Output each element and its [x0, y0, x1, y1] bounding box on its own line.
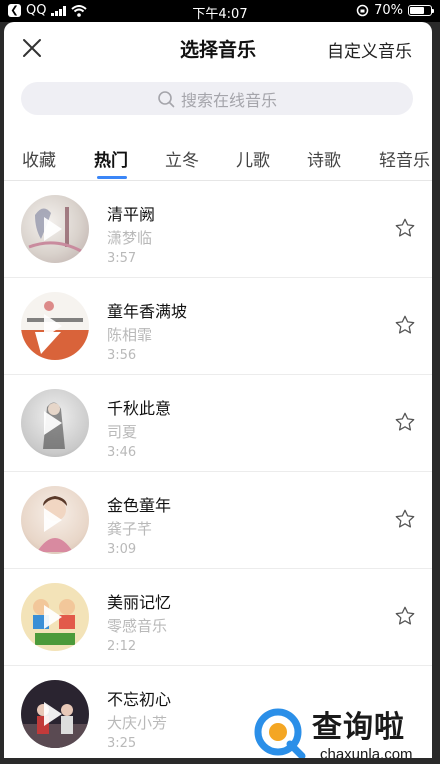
tab-light-music[interactable]: 轻音乐 — [379, 146, 430, 171]
song-row[interactable]: 童年香满坡 陈相霏 3:56 — [4, 278, 432, 375]
star-icon[interactable] — [394, 605, 416, 627]
song-artist: 零感音乐 — [107, 617, 168, 635]
play-icon — [44, 702, 62, 726]
custom-music-button[interactable]: 自定义音乐 — [327, 37, 412, 62]
song-row[interactable]: 千秋此意 司夏 3:46 — [4, 375, 432, 472]
tab-lidong[interactable]: 立冬 — [165, 146, 199, 171]
active-tab-indicator — [97, 176, 127, 179]
star-icon[interactable] — [394, 217, 416, 239]
song-title: 千秋此意 — [107, 399, 172, 418]
song-artist: 陈相霏 — [107, 326, 153, 344]
song-row[interactable]: 清平阙 潇梦临 3:57 — [4, 181, 432, 278]
album-cover[interactable] — [21, 583, 89, 651]
song-duration: 3:57 — [107, 251, 137, 266]
song-artist: 龚子芊 — [107, 520, 153, 538]
star-icon[interactable] — [394, 314, 416, 336]
album-cover[interactable] — [21, 486, 89, 554]
play-icon — [44, 314, 62, 338]
song-duration: 3:46 — [107, 445, 137, 460]
song-row[interactable]: 金色童年 龚子芊 3:09 — [4, 472, 432, 569]
tab-childrens-songs[interactable]: 儿歌 — [236, 146, 270, 171]
song-artist: 大庆小芳 — [107, 714, 168, 732]
song-title: 美丽记忆 — [107, 593, 172, 612]
category-tabs: 收藏 热门 立冬 儿歌 诗歌 轻音乐 — [4, 140, 432, 180]
play-icon — [44, 217, 62, 241]
tab-popular[interactable]: 热门 — [94, 146, 128, 171]
song-title: 不忘初心 — [107, 690, 172, 709]
play-icon — [44, 508, 62, 532]
close-icon[interactable] — [20, 36, 44, 60]
battery-icon — [408, 5, 434, 16]
tab-favorites[interactable]: 收藏 — [22, 146, 56, 171]
album-cover[interactable] — [21, 195, 89, 263]
search-input[interactable]: 搜索在线音乐 — [21, 82, 413, 115]
song-row[interactable]: 不忘初心 大庆小芳 3:25 — [4, 666, 432, 758]
album-cover[interactable] — [21, 389, 89, 457]
rotation-lock-icon — [356, 4, 369, 17]
play-icon — [44, 411, 62, 435]
header: 选择音乐 自定义音乐 — [4, 22, 432, 74]
song-list: 清平阙 潇梦临 3:57 童年香满坡 陈相霏 3:56 千秋此意 司夏 3:46… — [4, 181, 432, 758]
song-row[interactable]: 美丽记忆 零感音乐 2:12 — [4, 569, 432, 666]
song-title: 清平阙 — [107, 205, 156, 224]
song-duration: 3:25 — [107, 736, 137, 751]
album-cover[interactable] — [21, 292, 89, 360]
song-title: 童年香满坡 — [107, 302, 188, 321]
tab-poetry[interactable]: 诗歌 — [307, 146, 341, 171]
song-duration: 3:09 — [107, 542, 137, 557]
album-cover[interactable] — [21, 680, 89, 748]
song-duration: 2:12 — [107, 639, 137, 654]
search-icon — [158, 90, 175, 107]
song-artist: 潇梦临 — [107, 229, 153, 247]
play-icon — [44, 605, 62, 629]
song-duration: 3:56 — [107, 348, 137, 363]
star-icon[interactable] — [394, 508, 416, 530]
search-placeholder: 搜索在线音乐 — [180, 90, 277, 110]
song-artist: 司夏 — [107, 423, 138, 441]
battery-percent: 70% — [374, 3, 403, 18]
music-picker-sheet: 选择音乐 自定义音乐 搜索在线音乐 收藏 热门 立冬 儿歌 诗歌 轻音乐 清平阙… — [4, 22, 432, 758]
song-title: 金色童年 — [107, 496, 172, 515]
status-bar: ❮ QQ 下午4:07 70% — [0, 0, 440, 22]
star-icon[interactable] — [394, 411, 416, 433]
